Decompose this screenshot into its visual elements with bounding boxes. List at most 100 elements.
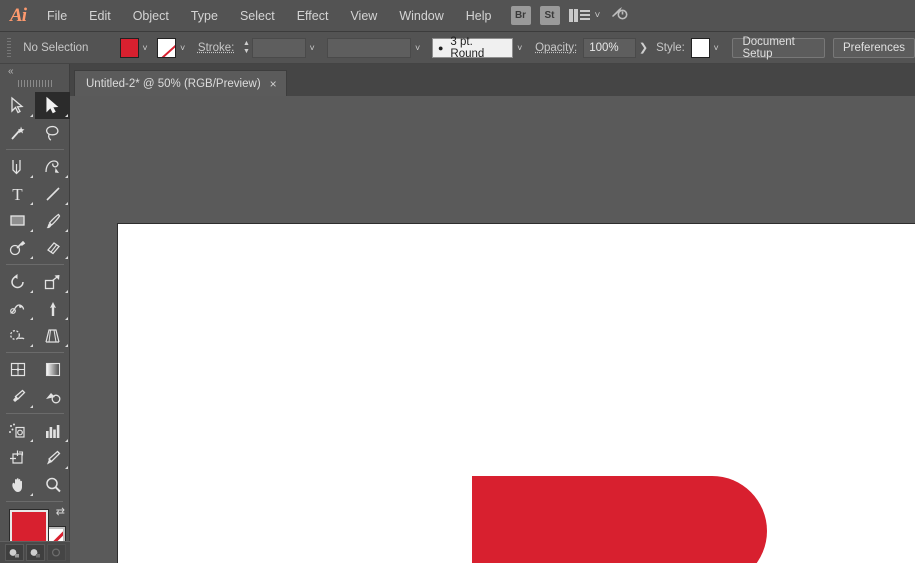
fill-chevron-down-icon[interactable]: ˅ xyxy=(139,38,152,58)
tools-divider xyxy=(6,501,63,502)
flyout-indicator-icon xyxy=(30,114,33,117)
shape-builder-tool[interactable] xyxy=(0,322,35,349)
document-tab-bar: Untitled-2* @ 50% (RGB/Preview) × xyxy=(70,64,915,96)
gradient-tool[interactable] xyxy=(35,356,70,383)
menu-view[interactable]: View xyxy=(339,0,388,32)
brush-definition-select[interactable]: ● 3 pt. Round xyxy=(431,36,514,60)
flyout-indicator-icon xyxy=(65,175,68,178)
stroke-color-swatch[interactable] xyxy=(157,37,177,58)
preferences-button[interactable]: Preferences xyxy=(832,37,915,58)
menu-window[interactable]: Window xyxy=(388,0,454,32)
draw-behind-button[interactable] xyxy=(25,544,45,561)
flyout-indicator-icon xyxy=(65,317,68,320)
menu-file[interactable]: File xyxy=(36,0,78,32)
stroke-chevron-down-icon[interactable]: ˅ xyxy=(176,38,189,58)
slice-tool[interactable] xyxy=(35,444,70,471)
variable-width-chevron-down-icon[interactable]: ˅ xyxy=(411,38,424,58)
column-graph-tool[interactable] xyxy=(35,417,70,444)
style-chevron-down-icon[interactable]: ˅ xyxy=(710,38,723,58)
workspace-switcher[interactable]: ˅ xyxy=(568,9,601,22)
hand-tool[interactable] xyxy=(0,471,35,498)
menu-help[interactable]: Help xyxy=(455,0,503,32)
flyout-indicator-icon xyxy=(30,256,33,259)
selection-tool[interactable] xyxy=(0,92,35,119)
zoom-tool[interactable] xyxy=(35,471,70,498)
document-setup-button[interactable]: Document Setup xyxy=(732,36,825,60)
artboard-tool[interactable] xyxy=(0,444,35,471)
brush-chevron-down-icon[interactable]: ˅ xyxy=(513,38,526,58)
tools-divider xyxy=(6,149,64,150)
stroke-weight-input[interactable] xyxy=(251,37,306,58)
brush-dot-icon: ● xyxy=(437,42,444,53)
flyout-indicator-icon xyxy=(65,202,68,205)
shaper-tool[interactable] xyxy=(0,234,35,261)
flyout-indicator-icon xyxy=(30,202,33,205)
flyout-indicator-icon xyxy=(65,256,68,259)
eyedropper-tool[interactable] xyxy=(0,383,35,410)
menu-object[interactable]: Object xyxy=(122,0,180,32)
illustrator-window: Ai File Edit Object Type Select Effect V… xyxy=(0,0,915,563)
drawing-mode-row xyxy=(0,541,70,563)
opacity-panel-arrow-icon[interactable]: ❯ xyxy=(636,41,651,54)
scale-tool[interactable] xyxy=(35,268,70,295)
flyout-indicator-icon xyxy=(30,290,33,293)
type-tool[interactable]: T xyxy=(0,180,35,207)
stroke-weight-chevron-down-icon[interactable]: ˅ xyxy=(306,38,319,58)
fill-color-swatch[interactable] xyxy=(119,37,139,58)
tools-divider xyxy=(6,264,64,265)
artboard[interactable] xyxy=(117,223,915,563)
magic-wand-tool[interactable] xyxy=(0,119,35,146)
control-bar-grip[interactable] xyxy=(7,37,12,58)
close-icon[interactable]: × xyxy=(270,78,277,90)
flyout-indicator-icon xyxy=(65,114,68,117)
document-tab[interactable]: Untitled-2* @ 50% (RGB/Preview) × xyxy=(74,70,287,96)
menu-type[interactable]: Type xyxy=(180,0,229,32)
draw-inside-button[interactable] xyxy=(46,544,66,561)
rotate-tool[interactable] xyxy=(0,268,35,295)
perspective-grid-tool[interactable] xyxy=(35,322,70,349)
flyout-indicator-icon xyxy=(30,317,33,320)
bridge-icon[interactable]: Br xyxy=(510,6,531,25)
flyout-indicator-icon xyxy=(30,439,33,442)
flyout-indicator-icon xyxy=(65,229,68,232)
curvature-tool[interactable] xyxy=(35,153,70,180)
graphic-style-swatch[interactable] xyxy=(690,37,710,58)
menu-select[interactable]: Select xyxy=(229,0,286,32)
stock-icon[interactable]: St xyxy=(539,6,560,25)
line-segment-tool[interactable] xyxy=(35,180,70,207)
tools-panel-grip[interactable] xyxy=(17,79,52,88)
menu-effect[interactable]: Effect xyxy=(286,0,340,32)
free-transform-tool[interactable] xyxy=(35,295,70,322)
search-icon[interactable] xyxy=(609,5,629,26)
menu-edit[interactable]: Edit xyxy=(78,0,122,32)
flyout-indicator-icon xyxy=(30,175,33,178)
opacity-input[interactable]: 100% xyxy=(583,37,636,58)
rounded-rectangle-shape[interactable] xyxy=(472,476,767,563)
symbol-sprayer-tool[interactable] xyxy=(0,417,35,444)
mesh-tool[interactable] xyxy=(0,356,35,383)
pen-tool[interactable] xyxy=(0,153,35,180)
rectangle-tool[interactable] xyxy=(0,207,35,234)
blend-tool[interactable] xyxy=(35,383,70,410)
workspace-layout-icon xyxy=(568,9,590,22)
stepper-down-icon: ▼ xyxy=(242,47,250,55)
flyout-indicator-icon xyxy=(30,344,33,347)
eraser-tool[interactable] xyxy=(35,234,70,261)
flyout-indicator-icon xyxy=(30,229,33,232)
tools-divider xyxy=(6,413,64,414)
chevron-down-icon: ˅ xyxy=(594,10,601,21)
collapse-panel-button[interactable]: « xyxy=(0,64,69,79)
width-tool[interactable] xyxy=(0,295,35,322)
lasso-tool[interactable] xyxy=(35,119,70,146)
draw-normal-button[interactable] xyxy=(4,544,24,561)
tools-grid: T xyxy=(0,92,70,498)
swap-fill-stroke-icon[interactable]: ⇄ xyxy=(56,507,65,518)
stroke-weight-stepper[interactable]: ▲ ▼ xyxy=(241,38,251,58)
svg-text:T: T xyxy=(12,185,23,203)
variable-width-profile-input[interactable] xyxy=(326,37,412,58)
direct-selection-tool[interactable] xyxy=(35,92,70,119)
paintbrush-tool[interactable] xyxy=(35,207,70,234)
tools-panel: « T ⇄ xyxy=(0,64,70,563)
flyout-indicator-icon xyxy=(30,493,33,496)
canvas-workspace[interactable] xyxy=(70,96,915,563)
